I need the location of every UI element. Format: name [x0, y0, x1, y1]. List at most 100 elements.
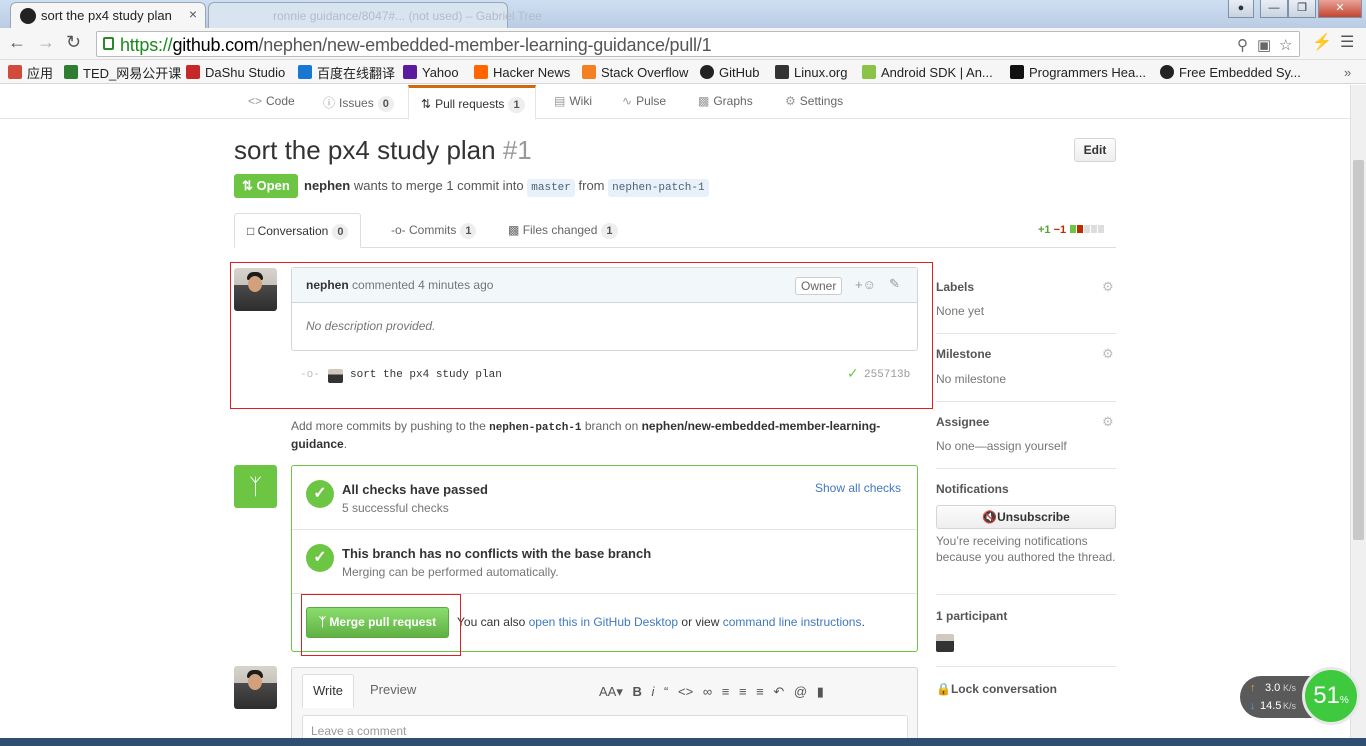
- pull-requests-count: 1: [508, 97, 525, 113]
- forward-icon[interactable]: →: [37, 32, 55, 53]
- bold-icon[interactable]: B: [633, 684, 642, 699]
- bookmark-yahoo[interactable]: Yahoo: [403, 63, 459, 81]
- browser-tab-inactive[interactable]: ronnie guidance/8047#... (not used) – Ga…: [208, 2, 542, 28]
- memory-usage-gauge[interactable]: 51%: [1302, 667, 1360, 725]
- divider: [292, 529, 917, 530]
- github-favicon-icon: [20, 8, 36, 24]
- back-icon[interactable]: ←: [8, 32, 26, 53]
- bookmarks-overflow-icon[interactable]: »: [1344, 63, 1351, 81]
- tab-conversation[interactable]: □ Conversation 0: [234, 213, 362, 248]
- nav-settings[interactable]: ⚙ Settings: [785, 94, 843, 108]
- pulse-icon: ∿: [622, 94, 633, 108]
- head-branch[interactable]: nephen-patch-1: [608, 179, 709, 197]
- quote-icon[interactable]: “: [664, 684, 668, 699]
- extension-icon[interactable]: ⚡: [1312, 32, 1332, 52]
- task-list-icon[interactable]: ≡: [756, 684, 764, 699]
- issues-count: 0: [377, 96, 394, 112]
- browser-tab-active[interactable]: sort the px4 study plan ×: [10, 2, 206, 28]
- nav-pull-requests[interactable]: ⇅ Pull requests 1: [408, 85, 536, 120]
- tab-commits[interactable]: -o- Commits 1: [379, 213, 488, 248]
- labels-heading[interactable]: Labels: [936, 280, 974, 294]
- bookmark-programmers-heaven[interactable]: Programmers Hea...: [1010, 63, 1146, 81]
- pull-request-icon: ⇅: [421, 97, 432, 111]
- unsubscribe-button[interactable]: 🔇Unsubscribe: [936, 505, 1116, 529]
- nav-wiki[interactable]: ▤ Wiki: [554, 94, 592, 108]
- bookmark-github[interactable]: GitHub: [700, 63, 759, 81]
- user-icon[interactable]: ●: [1228, 0, 1254, 18]
- divider: [936, 401, 1116, 402]
- bookmarks-bar: 应用 TED_网易公开课 DaShu Studio 百度在线翻译 Yahoo H…: [0, 60, 1366, 84]
- tab-title-inactive: ronnie guidance/8047#... (not used) – Ga…: [273, 9, 542, 23]
- issue-icon: ⓘ: [323, 96, 336, 110]
- page-title: sort the px4 study plan #1: [234, 135, 532, 165]
- window-close-button[interactable]: ✕: [1318, 0, 1362, 18]
- numbered-list-icon[interactable]: ≡: [739, 684, 747, 699]
- zoom-icon[interactable]: ⚲: [1237, 36, 1248, 54]
- gear-icon[interactable]: ⚙: [1102, 414, 1114, 430]
- apps-icon: [8, 65, 22, 79]
- assignee-value[interactable]: No one—assign yourself: [936, 439, 1067, 453]
- scrollbar-thumb[interactable]: [1353, 160, 1364, 540]
- italic-icon[interactable]: i: [652, 684, 655, 699]
- nav-pulse[interactable]: ∿ Pulse: [622, 94, 666, 108]
- diffstat-block: [1077, 225, 1084, 233]
- bookmark-dashu[interactable]: DaShu Studio: [186, 63, 285, 81]
- bookmark-apps[interactable]: 应用: [8, 63, 53, 81]
- address-bar[interactable]: https://github.com/nephen/new-embedded-m…: [96, 31, 1300, 57]
- tab-write[interactable]: Write: [302, 674, 354, 708]
- milestone-heading[interactable]: Milestone: [936, 347, 991, 361]
- bookmark-stack-overflow[interactable]: Stack Overflow: [582, 63, 688, 81]
- annotation-box: [230, 262, 933, 409]
- menu-icon[interactable]: ☰: [1340, 32, 1354, 52]
- browser-toolbar: ← → ↻ https://github.com/nephen/new-embe…: [0, 28, 1366, 60]
- mention-icon[interactable]: @: [794, 684, 807, 699]
- embedded-icon: [1160, 65, 1174, 79]
- nav-graphs[interactable]: ▩ Graphs: [698, 94, 753, 108]
- bookmark-hacker-news[interactable]: Hacker News: [474, 63, 570, 81]
- bookmark-android-sdk[interactable]: Android SDK | An...: [862, 63, 993, 81]
- author-link[interactable]: nephen: [304, 178, 350, 193]
- hn-icon: [474, 65, 488, 79]
- command-line-link[interactable]: command line instructions: [723, 615, 862, 629]
- gear-icon[interactable]: ⚙: [1102, 279, 1114, 295]
- bookmark-icon[interactable]: ▮: [817, 684, 824, 699]
- page-scrollbar[interactable]: [1350, 85, 1366, 746]
- nav-code[interactable]: <> Code: [248, 94, 295, 108]
- bullet-list-icon[interactable]: ≡: [722, 684, 730, 699]
- tab-files-changed[interactable]: ▩ Files changed 1: [496, 213, 630, 248]
- text-size-icon[interactable]: AA▾: [599, 684, 623, 699]
- check-circle-icon: ✓: [306, 480, 334, 508]
- open-desktop-link[interactable]: open this in GitHub Desktop: [529, 615, 678, 629]
- maximize-button[interactable]: ❐: [1288, 0, 1316, 18]
- base-branch[interactable]: master: [527, 179, 575, 197]
- bookmark-baidu-translate[interactable]: 百度在线翻译: [298, 63, 395, 81]
- file-diff-icon: ▩: [508, 223, 520, 237]
- lock-icon: 🔒: [936, 682, 951, 696]
- assignee-heading[interactable]: Assignee: [936, 415, 989, 429]
- gear-icon[interactable]: ⚙: [1102, 346, 1114, 362]
- translate-icon: [298, 65, 312, 79]
- show-all-checks-link[interactable]: Show all checks: [815, 481, 901, 495]
- bookmark-star-icon[interactable]: ☆: [1279, 36, 1292, 54]
- bookmark-free-embedded[interactable]: Free Embedded Sy...: [1160, 63, 1301, 81]
- translate-page-icon[interactable]: ▣: [1257, 36, 1271, 54]
- bookmark-linux-org[interactable]: Linux.org: [775, 63, 847, 81]
- participant-avatar[interactable]: [936, 634, 954, 652]
- divider: [936, 594, 1116, 595]
- new-comment-form: Write Preview AA▾ B i “ <> ∞ ≡ ≡ ≡ ↶ @ ▮…: [291, 667, 918, 746]
- tab-close-icon[interactable]: ×: [189, 6, 197, 22]
- edit-title-button[interactable]: Edit: [1074, 138, 1116, 162]
- bookmark-ted[interactable]: TED_网易公开课: [64, 63, 181, 81]
- reload-icon[interactable]: ↻: [66, 32, 81, 53]
- check-circle-icon: ✓: [306, 544, 334, 572]
- reply-icon[interactable]: ↶: [773, 684, 784, 699]
- pr-number: #1: [502, 135, 532, 165]
- tab-preview[interactable]: Preview: [370, 682, 416, 697]
- nav-issues[interactable]: ⓘ Issues 0: [323, 94, 394, 112]
- link-icon[interactable]: ∞: [703, 684, 712, 699]
- lock-conversation-link[interactable]: 🔒Lock conversation: [936, 682, 1057, 696]
- minimize-button[interactable]: —: [1260, 0, 1288, 18]
- push-hint: Add more commits by pushing to the nephe…: [291, 419, 881, 451]
- labels-value: None yet: [936, 304, 985, 318]
- code-icon[interactable]: <>: [678, 684, 693, 699]
